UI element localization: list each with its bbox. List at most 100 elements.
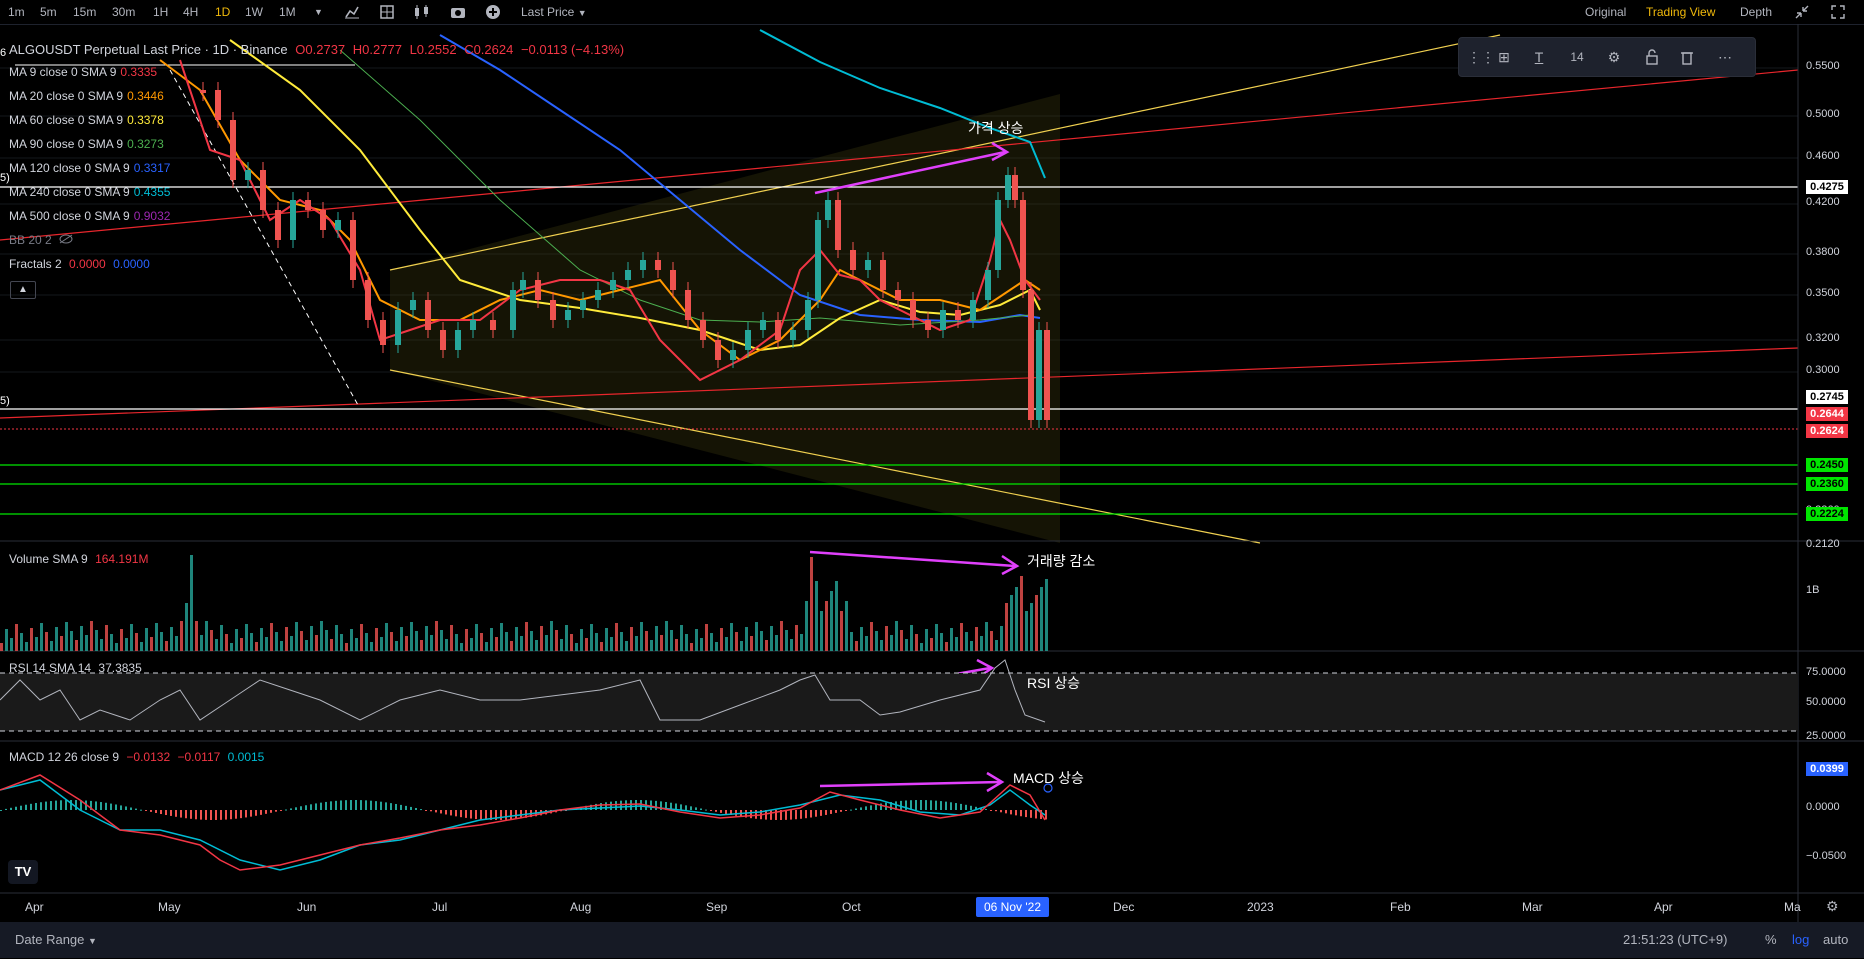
candle bbox=[305, 200, 311, 210]
volume-bar bbox=[270, 623, 273, 651]
candle bbox=[715, 340, 721, 360]
volume-bar bbox=[795, 625, 798, 651]
volume-bar bbox=[265, 637, 268, 651]
time-tick: Aug bbox=[570, 900, 592, 914]
candle bbox=[1028, 290, 1034, 420]
volume-bar bbox=[160, 632, 163, 651]
macd-hist-bar bbox=[960, 803, 962, 810]
macd-hist-bar bbox=[970, 805, 972, 810]
time-axis-settings-icon[interactable]: ⚙ bbox=[1826, 898, 1839, 915]
clock: 21:51:23 (UTC+9) bbox=[1623, 932, 1728, 947]
volume-bar bbox=[475, 624, 478, 651]
bb-legend[interactable]: BB 20 2 bbox=[9, 232, 77, 248]
volume-bar bbox=[170, 627, 173, 651]
candle bbox=[520, 280, 526, 290]
volume-bar bbox=[375, 628, 378, 651]
macd-hist-bar bbox=[690, 806, 692, 810]
candle bbox=[670, 270, 676, 290]
time-tick: 2023 bbox=[1247, 900, 1274, 914]
ma-value: 0.3317 bbox=[133, 161, 171, 175]
volume-bar bbox=[75, 640, 78, 651]
macd-hist-bar bbox=[450, 810, 452, 816]
macd-hist-bar bbox=[965, 804, 967, 810]
volume-bar bbox=[650, 640, 653, 651]
rsi-tick-75: 75.0000 bbox=[1806, 666, 1846, 678]
add-template-icon[interactable]: ⊞ bbox=[1494, 47, 1514, 67]
date-range-button[interactable]: Date Range ▼ bbox=[15, 922, 97, 958]
volume-bar bbox=[860, 627, 863, 651]
macd-hist-bar bbox=[415, 807, 417, 810]
candle bbox=[970, 300, 976, 320]
fractals-legend[interactable]: Fractals 2 0.0000 0.0000 bbox=[9, 256, 154, 272]
more-options-icon[interactable]: ⋯ bbox=[1715, 47, 1735, 67]
candle bbox=[1036, 330, 1042, 420]
ma-legend-row[interactable]: MA 20 close 0 SMA 9 0.3446 bbox=[9, 88, 168, 104]
volume-label: Volume SMA 9 bbox=[9, 552, 88, 566]
time-tick: Ma bbox=[1784, 900, 1801, 914]
volume-bar bbox=[750, 636, 753, 651]
log-toggle[interactable]: log bbox=[1792, 922, 1809, 958]
macd-hist-bar bbox=[160, 810, 162, 815]
rsi-label: RSI 14 SMA 14 bbox=[9, 661, 92, 675]
drag-handle-icon[interactable]: ⋮⋮ bbox=[1467, 47, 1495, 67]
volume-bar bbox=[175, 636, 178, 651]
macd-hist-bar bbox=[815, 810, 817, 817]
ma-legend-row[interactable]: MA 240 close 0 SMA 9 0.4355 bbox=[9, 184, 174, 200]
volume-bar bbox=[590, 624, 593, 651]
ma-legend-row[interactable]: MA 90 close 0 SMA 9 0.3273 bbox=[9, 136, 168, 152]
volume-bar bbox=[255, 642, 258, 651]
volume-bar bbox=[735, 632, 738, 651]
ma-legend-row[interactable]: MA 120 close 0 SMA 9 0.3317 bbox=[9, 160, 174, 176]
candle bbox=[790, 330, 796, 340]
volume-bar bbox=[25, 642, 28, 651]
volume-bar bbox=[70, 631, 73, 651]
trash-icon[interactable] bbox=[1677, 47, 1697, 67]
ma-legend-row[interactable]: MA 9 close 0 SMA 9 0.3335 bbox=[9, 64, 161, 80]
volume-bar bbox=[670, 630, 673, 651]
font-size-button[interactable]: 14 bbox=[1567, 47, 1587, 67]
volume-bar bbox=[400, 627, 403, 651]
price-tick: 0.5000 bbox=[1806, 108, 1840, 120]
lock-icon[interactable] bbox=[1642, 47, 1662, 67]
macd-hist-bar bbox=[45, 801, 47, 810]
volume-bar bbox=[875, 631, 878, 651]
volume-bar bbox=[585, 638, 588, 651]
auto-toggle[interactable]: auto bbox=[1823, 922, 1848, 958]
macd-hist-bar bbox=[515, 810, 517, 820]
volume-bar bbox=[105, 625, 108, 651]
bottom-bar: Date Range ▼ 21:51:23 (UTC+9) % log auto bbox=[0, 922, 1864, 958]
macd-hist-bar bbox=[830, 810, 832, 814]
eye-off-icon[interactable] bbox=[59, 233, 73, 247]
volume-bar bbox=[690, 643, 693, 651]
candle bbox=[395, 310, 401, 345]
candle bbox=[730, 350, 736, 360]
price-tick: 0.4600 bbox=[1806, 150, 1840, 162]
volume-bar bbox=[200, 635, 203, 651]
ma-legend-row[interactable]: MA 60 close 0 SMA 9 0.3378 bbox=[9, 112, 168, 128]
ma-label: MA 9 close 0 SMA 9 bbox=[9, 65, 117, 79]
macd-hist-bar bbox=[860, 807, 862, 810]
settings-gear-icon[interactable]: ⚙ bbox=[1604, 47, 1624, 67]
candle bbox=[880, 260, 886, 290]
collapse-legend-button[interactable]: ▲ bbox=[10, 281, 36, 299]
candle bbox=[775, 320, 781, 340]
candle bbox=[425, 300, 431, 330]
volume-bar bbox=[995, 640, 998, 651]
macd-hist-bar bbox=[190, 810, 192, 819]
macd-highlight-label: 0.0399 bbox=[1806, 762, 1848, 776]
macd-hist-bar bbox=[40, 802, 42, 810]
fractals-value-2: 0.0000 bbox=[113, 257, 150, 271]
price-tick: 0.3200 bbox=[1806, 332, 1840, 344]
candle bbox=[275, 210, 281, 240]
percent-toggle[interactable]: % bbox=[1765, 922, 1777, 958]
chart-canvas[interactable] bbox=[0, 0, 1864, 922]
volume-bar bbox=[635, 636, 638, 651]
volume-bar bbox=[840, 611, 843, 651]
candle bbox=[200, 90, 206, 93]
macd-hist-bar bbox=[685, 805, 687, 810]
ma-legend-row[interactable]: MA 500 close 0 SMA 9 0.9032 bbox=[9, 208, 174, 224]
text-color-icon[interactable]: T bbox=[1529, 47, 1549, 67]
macd-label: MACD 12 26 close 9 bbox=[9, 750, 120, 764]
volume-bar bbox=[55, 627, 58, 651]
volume-bar bbox=[145, 628, 148, 651]
